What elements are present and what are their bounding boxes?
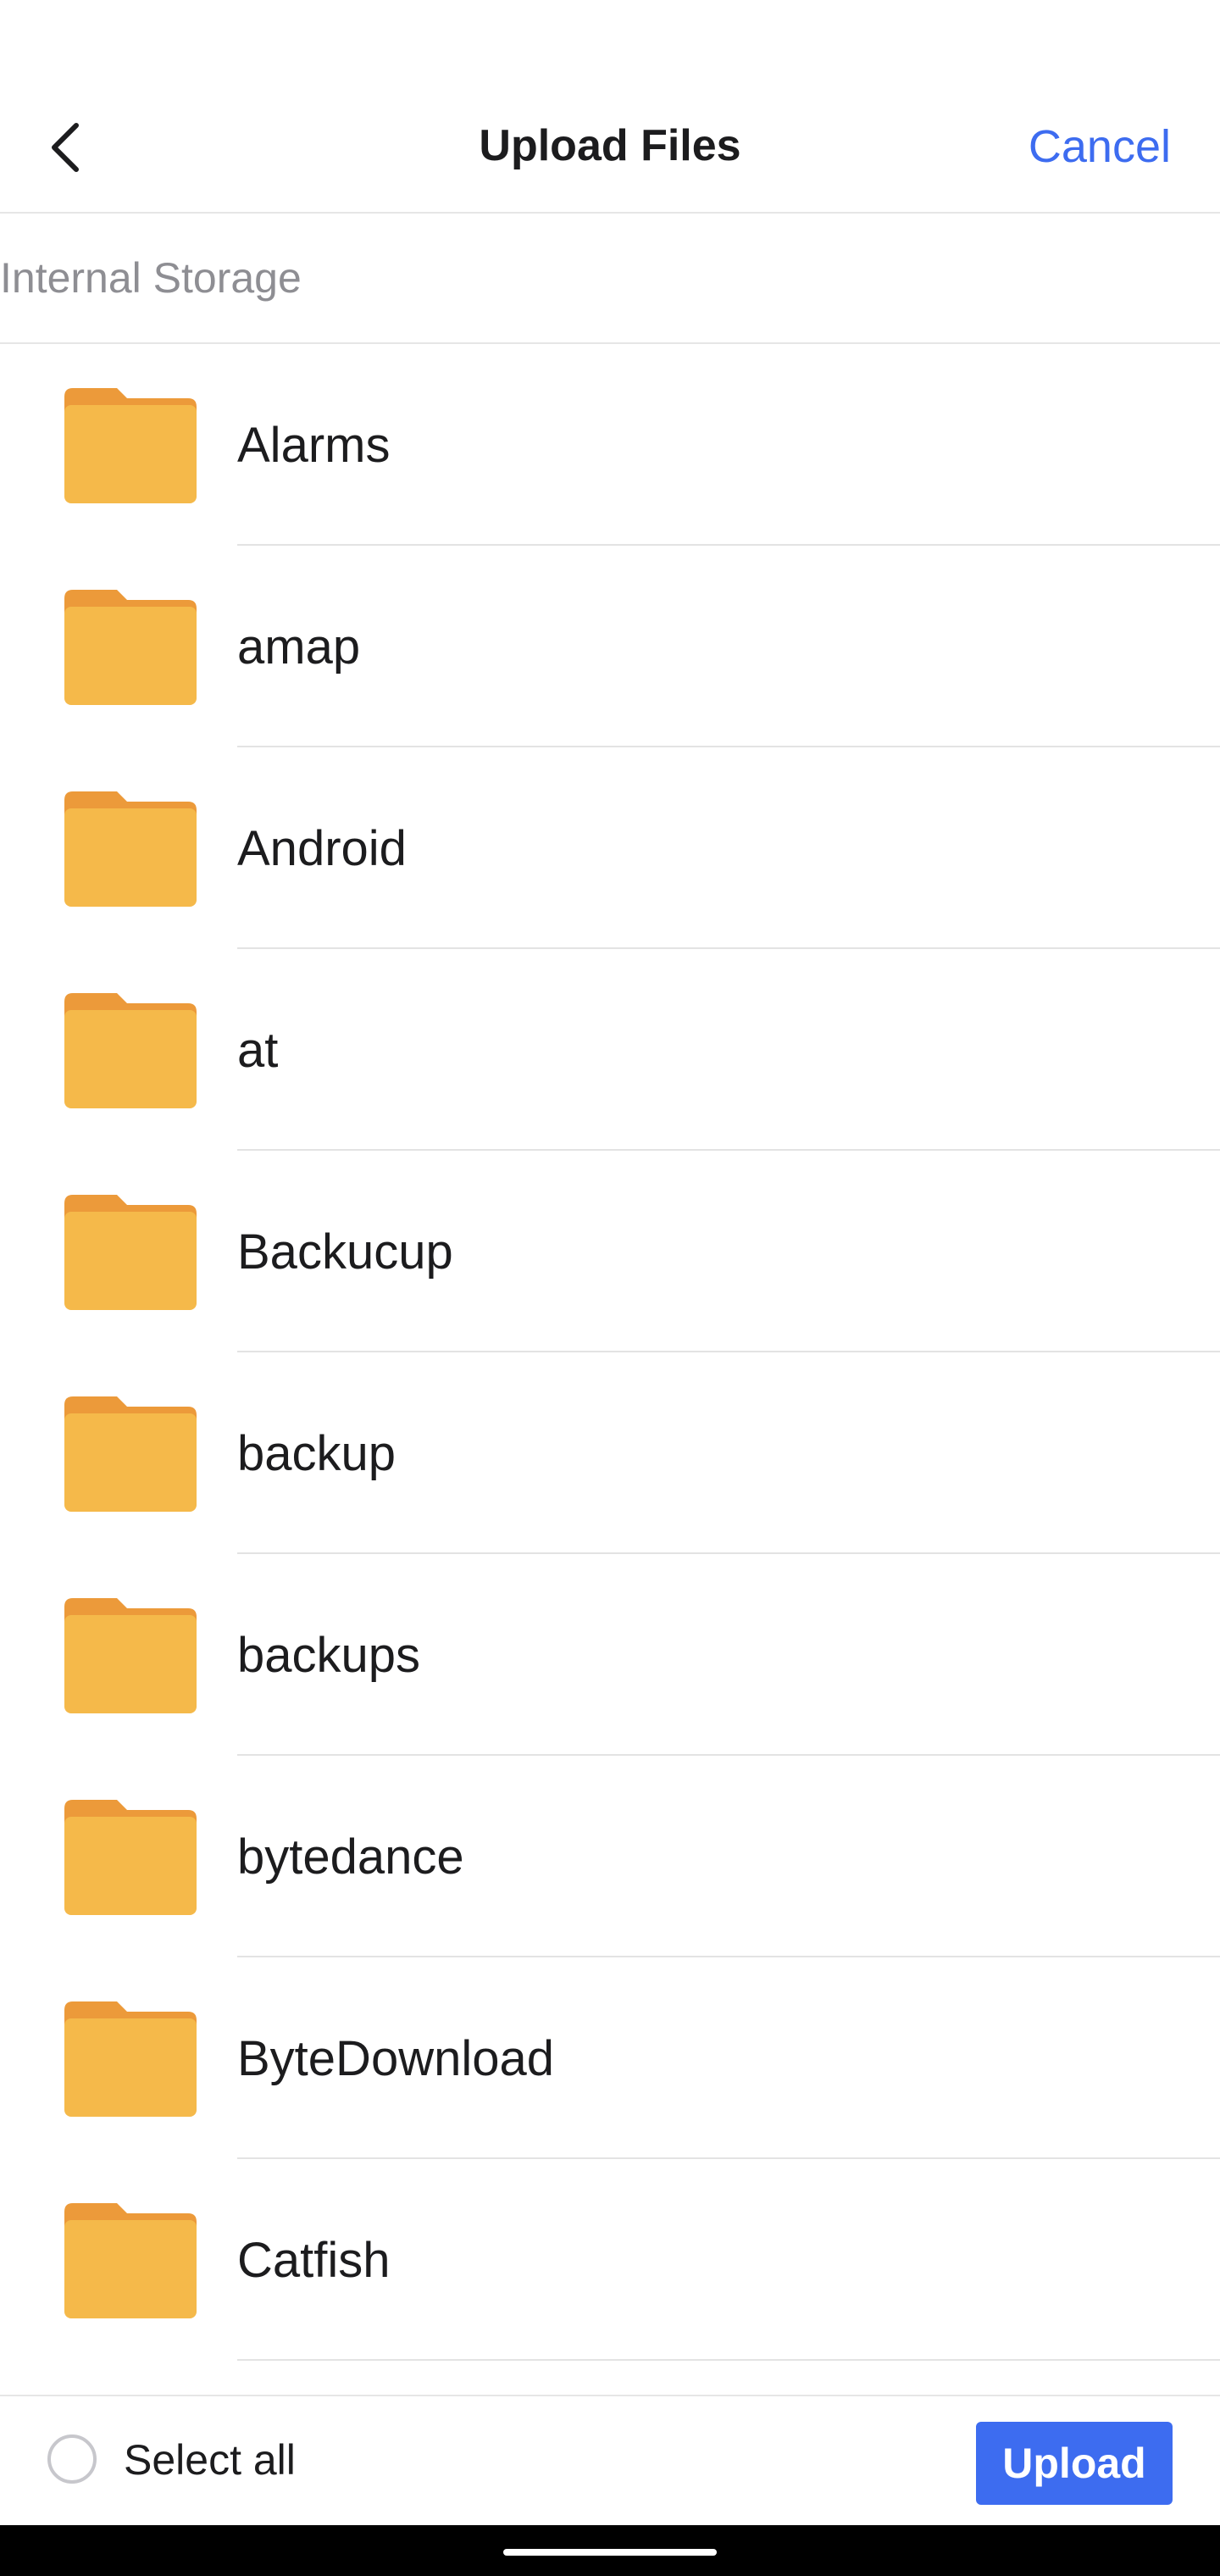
folder-name: backup (237, 1425, 396, 1481)
folder-icon (64, 2001, 197, 2117)
folder-name: ByteDownload (237, 2030, 554, 2086)
folder-row[interactable]: Backucup (0, 1151, 1220, 1352)
folder-icon (64, 993, 197, 1108)
folder-name: Android (237, 820, 407, 876)
folder-name: bytedance (237, 1829, 464, 1885)
home-indicator[interactable] (503, 2549, 717, 2556)
folder-row[interactable]: amap (0, 546, 1220, 747)
bottom-action-bar: Select all Upload (0, 2395, 1220, 2525)
cancel-button[interactable]: Cancel (1029, 120, 1171, 173)
folder-icon (64, 388, 197, 503)
folder-row[interactable]: bytedance (0, 1756, 1220, 1957)
folder-icon (64, 590, 197, 705)
folder-name: at (237, 1022, 279, 1078)
system-nav-bar (0, 2525, 1220, 2576)
folder-name: Catfish (237, 2232, 391, 2288)
folder-name: backups (237, 1627, 421, 1683)
folder-icon (64, 2203, 197, 2318)
folder-row[interactable]: ByteDownload (0, 1957, 1220, 2159)
folder-row[interactable]: Catfish (0, 2159, 1220, 2361)
folder-list: Alarms amap Android at Backucup backup b… (0, 344, 1220, 2361)
folder-icon (64, 1195, 197, 1310)
folder-row[interactable]: at (0, 949, 1220, 1151)
folder-icon (64, 1396, 197, 1512)
select-all-checkbox[interactable] (47, 2434, 97, 2484)
top-bar: Upload Files Cancel (0, 0, 1220, 214)
breadcrumb[interactable]: Internal Storage (0, 214, 1220, 344)
folder-icon (64, 1598, 197, 1713)
divider (237, 2359, 1220, 2361)
folder-name: amap (237, 619, 361, 675)
folder-row[interactable]: backups (0, 1554, 1220, 1756)
folder-row[interactable]: Alarms (0, 344, 1220, 546)
folder-icon (64, 1800, 197, 1915)
upload-button[interactable]: Upload (976, 2422, 1173, 2505)
folder-icon (64, 791, 197, 907)
breadcrumb-item-internal-storage[interactable]: Internal Storage (0, 253, 302, 303)
folder-row[interactable]: backup (0, 1352, 1220, 1554)
select-all-label[interactable]: Select all (124, 2435, 296, 2484)
folder-name: Backucup (237, 1224, 453, 1280)
folder-name: Alarms (237, 417, 391, 473)
folder-row[interactable]: Android (0, 747, 1220, 949)
